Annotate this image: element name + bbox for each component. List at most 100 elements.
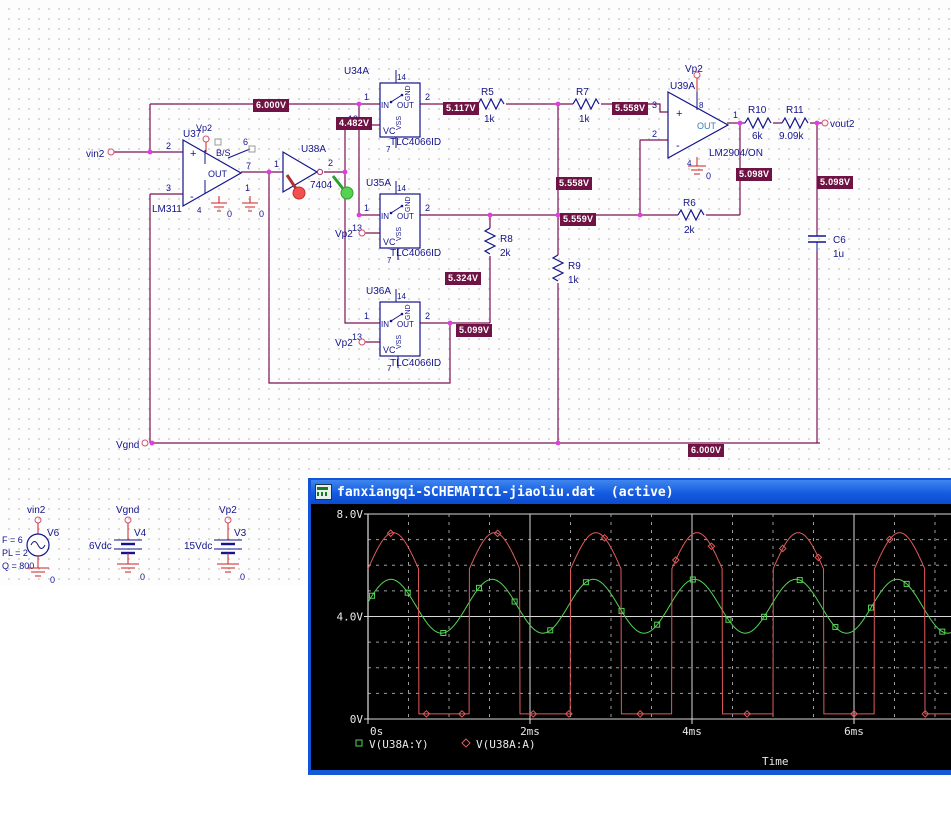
- bias-label[interactable]: 6.000V: [253, 99, 290, 112]
- net-vin2[interactable]: vin2: [86, 148, 115, 160]
- bias-label[interactable]: 5.117V: [443, 102, 479, 115]
- analog-switch-u36a[interactable]: IN OUT GND VSS VC U36A TLC4066ID 1 2 13 …: [335, 286, 441, 373]
- source-v3[interactable]: Vp2 V3 15Vdc 0: [184, 505, 247, 582]
- r8-ref: R8: [500, 234, 513, 245]
- resistor-r10[interactable]: [744, 116, 772, 130]
- resistor-r9[interactable]: [551, 254, 565, 282]
- u34a-in: IN: [381, 101, 389, 110]
- u34a-pin14: 14: [397, 73, 406, 82]
- ground-symbol: [117, 553, 139, 573]
- u37-vp2-terminal[interactable]: [202, 135, 210, 143]
- comparator-u37[interactable]: + - OUT B/S U37 LM311 2 3 7 6 1 4 Vp2 0 …: [152, 123, 264, 219]
- y-tick-label: 8.0V: [337, 508, 364, 521]
- plot-axis-labels: 8.0V 4.0V 0V 0s 2ms 4ms 6ms: [337, 508, 864, 738]
- v6-prop2: PL = 2: [2, 548, 28, 558]
- plot-window-titlebar[interactable]: fanxiangqi-SCHEMATIC1-jiaoliu.dat (activ…: [311, 480, 951, 504]
- u34a-pin1: 1: [364, 92, 369, 102]
- c6-val: 1u: [833, 249, 844, 260]
- resistor-r6[interactable]: [677, 208, 705, 222]
- battery-symbol: [114, 539, 142, 555]
- u35a-ref: U35A: [366, 178, 391, 189]
- u36a-pin14: 14: [397, 292, 406, 301]
- u35a-pin2: 2: [425, 203, 430, 213]
- v6-prop1: F = 6: [2, 535, 23, 545]
- probe-plot-window[interactable]: fanxiangqi-SCHEMATIC1-jiaoliu.dat (activ…: [308, 478, 951, 775]
- u37-pin2: 2: [166, 141, 171, 151]
- v3-net-label: Vp2: [219, 505, 237, 516]
- waveform-plot-area[interactable]: 8.0V 4.0V 0V 0s 2ms 4ms 6ms V(U38A:Y) V(U38A:A) T…: [311, 504, 951, 770]
- plot-window-title: fanxiangqi-SCHEMATIC1-jiaoliu.dat (activ…: [337, 484, 674, 500]
- u39a-pin8: 8: [699, 101, 704, 110]
- bias-label[interactable]: 5.558V: [556, 177, 593, 190]
- inverter-u38a[interactable]: U38A 7404 1 2: [274, 144, 333, 194]
- bias-label[interactable]: 5.098V: [817, 176, 854, 189]
- source-v6[interactable]: vin2 V6 F = 6 PL = 2 Q = 800 0: [2, 505, 60, 585]
- u35a-vss: VSS: [396, 227, 403, 241]
- vin2-terminal[interactable]: [107, 148, 115, 156]
- v3-value: 15Vdc: [184, 541, 212, 552]
- ground-symbol: [211, 196, 258, 212]
- u39a-pin3: 3: [652, 100, 657, 110]
- u37-part: LM311: [152, 204, 182, 215]
- u35a-vc: VC: [383, 237, 396, 247]
- u37-pin7: 7: [246, 161, 251, 171]
- bias-label[interactable]: 5.099V: [456, 324, 493, 337]
- r6-ref: R6: [683, 198, 696, 209]
- r9-ref: R9: [568, 261, 581, 272]
- u36a-pin7: 7: [387, 364, 392, 373]
- u37-bs-label: B/S: [216, 148, 231, 158]
- vout2-terminal[interactable]: [821, 119, 829, 127]
- u39a-plus: +: [676, 108, 682, 120]
- net-vgnd[interactable]: Vgnd: [116, 439, 149, 451]
- voltage-probe-green[interactable]: [331, 175, 354, 200]
- x-tick-label: 2ms: [520, 725, 540, 738]
- r10-val: 6k: [752, 131, 764, 142]
- source-v4[interactable]: Vgnd V4 6Vdc 0: [89, 505, 147, 582]
- x-tick-label: 4ms: [682, 725, 702, 738]
- v3-ref: V3: [234, 528, 247, 539]
- u38a-pin1: 1: [274, 159, 279, 169]
- bias-label[interactable]: 5.324V: [445, 272, 482, 285]
- v3-gnd0: 0: [240, 572, 245, 582]
- u34a-out: OUT: [397, 101, 414, 110]
- net-vout2[interactable]: vout2: [821, 119, 855, 130]
- u39a-minus: -: [676, 140, 680, 152]
- bias-label[interactable]: 5.098V: [736, 168, 773, 181]
- u37-vp2-label: Vp2: [196, 123, 212, 133]
- u35a-pin1: 1: [364, 203, 369, 213]
- u37-plus: +: [190, 148, 196, 160]
- vin2-label: vin2: [86, 149, 105, 160]
- vgnd-terminal[interactable]: [141, 439, 149, 447]
- u37-pin3: 3: [166, 183, 171, 193]
- resistor-r8[interactable]: [483, 227, 497, 255]
- u36a-vc: VC: [383, 345, 396, 355]
- probe-app-icon: [315, 484, 332, 500]
- capacitor-c6[interactable]: C6 1u: [808, 233, 846, 260]
- resistor-r7[interactable]: [572, 97, 600, 111]
- u38a-pin2: 2: [328, 158, 333, 168]
- u38a-ref: U38A: [301, 144, 326, 155]
- x-axis-title: Time: [762, 755, 789, 768]
- u37-gnd0-b: 0: [259, 209, 264, 219]
- u34a-pin2: 2: [425, 92, 430, 102]
- c6-ref: C6: [833, 235, 846, 246]
- u35a-pin14: 14: [397, 184, 406, 193]
- u34a-pin7: 7: [386, 145, 391, 154]
- bias-label[interactable]: 4.482V: [336, 117, 373, 130]
- r5-ref: R5: [481, 87, 494, 98]
- u35a-pin7: 7: [387, 256, 392, 265]
- resistor-r5[interactable]: [477, 97, 505, 111]
- opamp-u39a[interactable]: + - OUT U39A LM2904/ON 3 2 1 8 4 Vp2 0: [652, 64, 763, 181]
- u34a-vc: VC: [383, 126, 396, 136]
- resistor-r11[interactable]: [781, 116, 809, 130]
- bias-label[interactable]: 5.559V: [560, 213, 597, 226]
- pspice-capture-workspace: { "s": { "u37": {"ref":"U37","part":"LM3…: [0, 0, 951, 822]
- r11-val: 9.09k: [779, 131, 804, 142]
- r7-val: 1k: [579, 114, 591, 125]
- x-tick-label: 0s: [370, 725, 383, 738]
- bias-label[interactable]: 6.000V: [688, 444, 725, 457]
- u34a-vss: VSS: [396, 116, 403, 130]
- u36a-pin1: 1: [364, 311, 369, 321]
- u35a-in: IN: [381, 212, 389, 221]
- bias-label[interactable]: 5.558V: [612, 102, 649, 115]
